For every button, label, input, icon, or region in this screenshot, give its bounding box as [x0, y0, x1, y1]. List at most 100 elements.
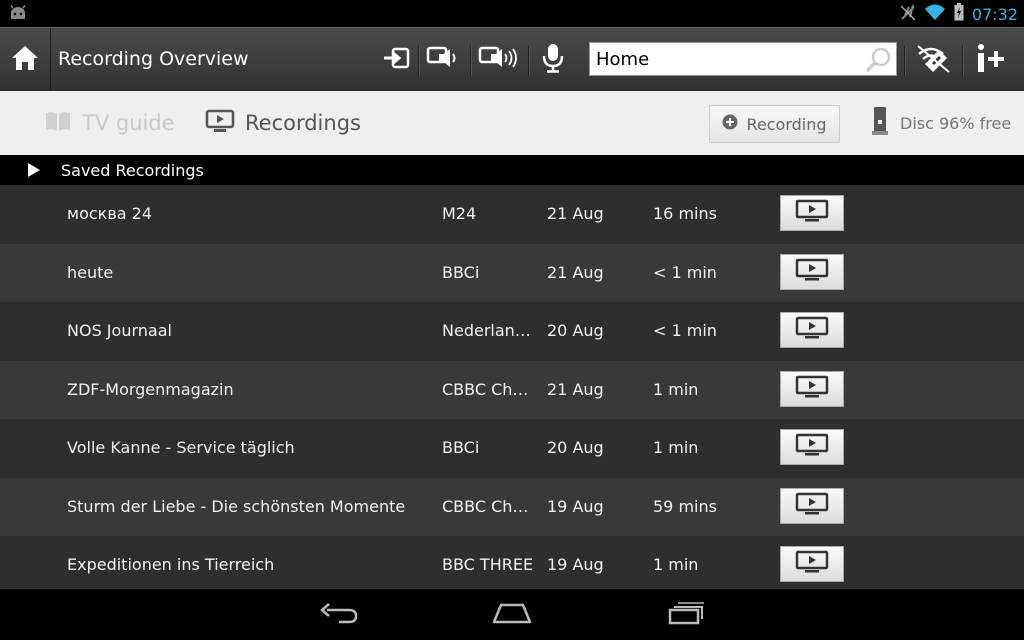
recording-row[interactable]: москва 24 M24 21 Aug 16 mins: [0, 185, 1024, 243]
recording-date: 19 Aug: [547, 497, 604, 516]
tabs-bar: TV guide Recordings Recording Disc 96% f…: [0, 91, 1024, 155]
play-recording-button[interactable]: [780, 371, 844, 407]
play-recording-button[interactable]: [780, 546, 844, 582]
back-icon: [319, 602, 359, 628]
new-recording-button[interactable]: Recording: [709, 105, 840, 143]
tv-play-icon: [205, 109, 235, 138]
disc-storage-icon: [872, 106, 888, 140]
back-button[interactable]: [299, 589, 379, 640]
recording-duration: 59 mins: [653, 497, 717, 516]
tv-play-icon: [795, 375, 829, 403]
recording-channel: BBCi: [442, 438, 480, 457]
recording-title: ZDF-Morgenmagazin: [67, 380, 234, 399]
navigation-bar: [0, 589, 1024, 640]
recording-date: 21 Aug: [547, 263, 604, 282]
recording-title: NOS Journaal: [67, 321, 172, 340]
search-input[interactable]: [590, 43, 860, 75]
tv-play-icon: [795, 433, 829, 461]
home-button[interactable]: [0, 28, 51, 92]
recording-title: Volle Kanne - Service täglich: [67, 438, 295, 457]
action-bar: Recording Overview: [0, 27, 1024, 92]
recording-row[interactable]: Volle Kanne - Service täglich BBCi 20 Aug 1…: [0, 419, 1024, 477]
recording-title: Sturm der Liebe - Die schönsten Momente: [67, 497, 406, 516]
microphone-icon: [542, 43, 564, 77]
tab-tv-guide[interactable]: TV guide: [44, 91, 175, 155]
tab-tv-guide-label: TV guide: [82, 111, 175, 135]
play-recording-button[interactable]: [780, 254, 844, 290]
home-nav-icon: [491, 602, 533, 628]
recordings-list: москва 24 M24 21 Aug 16 mins heute BBCi 21 Aug…: [0, 185, 1024, 589]
recording-duration: < 1 min: [653, 321, 717, 340]
no-signal-icon: [900, 3, 916, 25]
recording-channel: M24: [442, 204, 477, 223]
play-recording-button[interactable]: [780, 195, 844, 231]
home-nav-button[interactable]: [472, 589, 552, 640]
disc-status-label: Disc 96% free: [900, 113, 1012, 133]
play-recording-button[interactable]: [780, 312, 844, 348]
tv-play-icon: [795, 199, 829, 227]
recording-duration: 1 min: [653, 380, 699, 399]
wifi-icon: [924, 3, 946, 25]
separator: [962, 46, 964, 76]
separator: [470, 46, 472, 76]
recording-date: 21 Aug: [547, 380, 604, 399]
saved-recordings-header[interactable]: Saved Recordings: [0, 155, 1024, 185]
home-icon: [11, 45, 39, 75]
disc-status: Disc 96% free: [872, 91, 1011, 155]
source-button[interactable]: [380, 28, 412, 92]
status-bar: 07:32: [0, 0, 1024, 27]
recording-channel: CBBC Cha…: [442, 380, 534, 399]
page-title: Recording Overview: [58, 48, 249, 70]
recording-channel: CBBC Cha…: [442, 497, 534, 516]
tab-recordings-label: Recordings: [245, 111, 361, 135]
tv-play-icon: [795, 492, 829, 520]
play-recording-button[interactable]: [780, 429, 844, 465]
recording-date: 19 Aug: [547, 555, 604, 574]
volume-up-icon: [478, 45, 520, 75]
tv-play-icon: [795, 258, 829, 286]
tv-play-icon: [795, 316, 829, 344]
disconnect-icon: [915, 42, 951, 78]
info-plus-icon: [975, 43, 1005, 77]
volume-up-button[interactable]: [476, 28, 522, 92]
new-recording-label: Recording: [746, 114, 827, 134]
voice-button[interactable]: [538, 28, 568, 92]
recording-title: москва 24: [67, 204, 152, 223]
recording-duration: < 1 min: [653, 263, 717, 282]
separator: [528, 46, 530, 76]
recording-duration: 1 min: [653, 438, 699, 457]
recording-title: heute: [67, 263, 114, 282]
search-field[interactable]: [589, 42, 897, 76]
recording-date: 20 Aug: [547, 438, 604, 457]
android-icon: [8, 5, 28, 25]
recording-duration: 16 mins: [653, 204, 717, 223]
expand-arrow-icon: [28, 163, 40, 177]
recording-row[interactable]: Expeditionen ins Tierreich BBC THREE 19 Au…: [0, 536, 1024, 589]
tab-recordings[interactable]: Recordings: [205, 91, 361, 155]
play-recording-button[interactable]: [780, 488, 844, 524]
section-label: Saved Recordings: [61, 160, 204, 180]
separator: [418, 46, 420, 76]
recording-row[interactable]: Sturm der Liebe - Die schönsten Momente C…: [0, 478, 1024, 536]
search-icon[interactable]: [864, 46, 892, 78]
book-icon: [44, 110, 72, 137]
disconnect-button[interactable]: [912, 28, 954, 92]
recording-row[interactable]: NOS Journaal Nederland 1 20 Aug < 1 min: [0, 302, 1024, 360]
separator: [904, 46, 906, 76]
volume-down-button[interactable]: [424, 28, 464, 92]
recording-row[interactable]: heute BBCi 21 Aug < 1 min: [0, 244, 1024, 302]
recording-date: 21 Aug: [547, 204, 604, 223]
recent-apps-button[interactable]: [646, 589, 726, 640]
info-button[interactable]: [970, 28, 1010, 92]
recording-duration: 1 min: [653, 555, 699, 574]
tv-play-icon: [795, 550, 829, 578]
status-clock: 07:32: [971, 4, 1018, 24]
recording-channel: BBCi: [442, 263, 480, 282]
recording-date: 20 Aug: [547, 321, 604, 340]
recording-title: Expeditionen ins Tierreich: [67, 555, 275, 574]
recording-row[interactable]: ZDF-Morgenmagazin CBBC Cha… 21 Aug 1 min: [0, 361, 1024, 419]
recording-channel: BBC THREE: [442, 555, 534, 574]
battery-icon: [954, 3, 964, 25]
volume-down-icon: [426, 45, 462, 75]
recording-channel: Nederland 1: [442, 321, 534, 340]
